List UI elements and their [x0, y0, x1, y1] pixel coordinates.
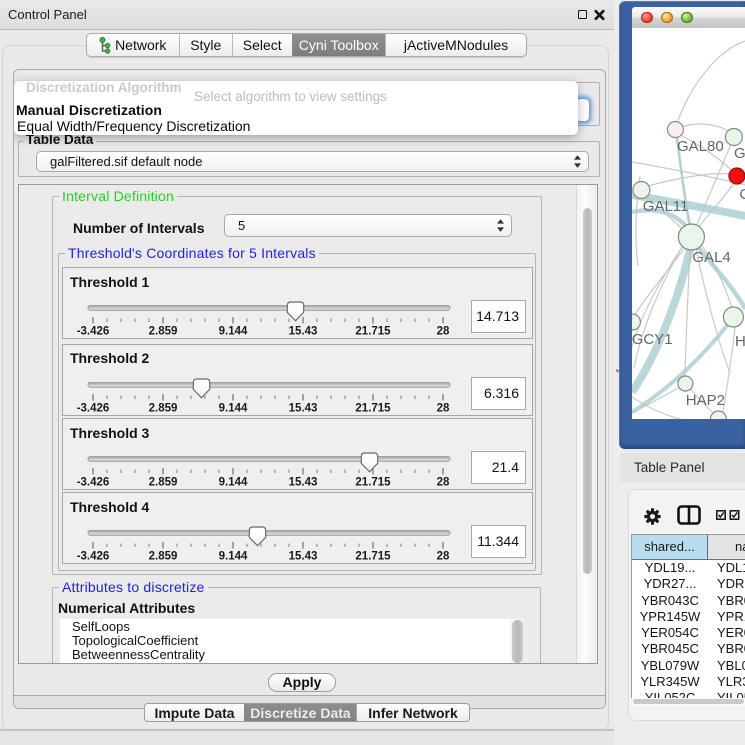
svg-text:21.715: 21.715	[355, 477, 391, 488]
svg-text:15.43: 15.43	[289, 551, 318, 562]
svg-text:GAL11: GAL11	[642, 198, 688, 215]
svg-text:GAL80: GAL80	[677, 138, 724, 155]
svg-text:15.43: 15.43	[289, 402, 318, 413]
svg-text:GA: GA	[734, 145, 745, 162]
svg-text:21.715: 21.715	[355, 551, 391, 562]
svg-text:28: 28	[437, 402, 450, 413]
svg-text:15.43: 15.43	[289, 477, 318, 488]
svg-text:21.715: 21.715	[355, 326, 391, 337]
svg-text:9.144: 9.144	[219, 402, 248, 413]
svg-text:28: 28	[437, 326, 450, 337]
svg-text:28: 28	[437, 551, 450, 562]
svg-text:9.144: 9.144	[219, 326, 248, 337]
svg-text:C: C	[739, 186, 745, 203]
svg-text:GCY1: GCY1	[632, 331, 673, 348]
svg-text:28: 28	[437, 477, 450, 488]
svg-text:15.43: 15.43	[289, 326, 318, 337]
svg-text:9.144: 9.144	[219, 551, 248, 562]
svg-text:H: H	[735, 333, 745, 350]
svg-text:-3.426: -3.426	[77, 477, 110, 488]
svg-text:GAL4: GAL4	[692, 249, 730, 266]
svg-text:2.859: 2.859	[149, 326, 178, 337]
svg-text:9.144: 9.144	[219, 477, 248, 488]
svg-text:-3.426: -3.426	[77, 402, 110, 413]
svg-text:2.859: 2.859	[149, 402, 178, 413]
svg-text:2.859: 2.859	[149, 551, 178, 562]
svg-text:HAP2: HAP2	[685, 392, 724, 409]
svg-text:-3.426: -3.426	[77, 326, 110, 337]
svg-text:21.715: 21.715	[355, 402, 391, 413]
svg-text:2.859: 2.859	[149, 477, 178, 488]
svg-text:-3.426: -3.426	[77, 551, 110, 562]
